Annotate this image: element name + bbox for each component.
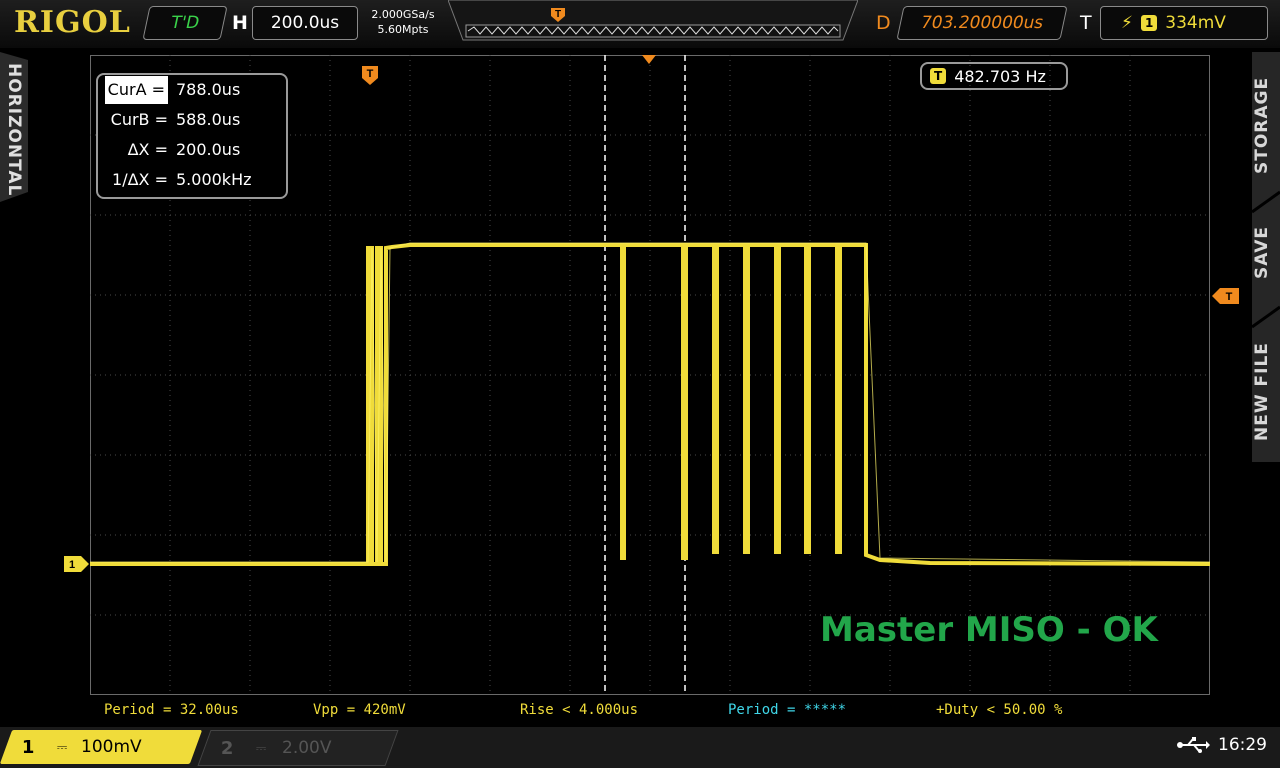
inverse-delta-x-value: 5.000kHz xyxy=(176,170,252,189)
svg-text:T: T xyxy=(367,68,374,80)
cursor-readout-panel: CurA = 788.0us CurB = 588.0us ΔX = 200.0… xyxy=(96,73,288,199)
svg-text:1: 1 xyxy=(69,559,75,571)
horizontal-label: H xyxy=(232,12,248,34)
memory-trigger-marker-label: T xyxy=(555,9,561,20)
cursor-a-row: CurA = 788.0us xyxy=(98,76,288,104)
system-status: 16:29 xyxy=(1176,735,1267,755)
rising-edge-icon: ⚡ xyxy=(1121,13,1133,33)
svg-text:T: T xyxy=(1226,291,1233,303)
delay-label: D xyxy=(876,12,891,34)
trigger-label: T xyxy=(1080,12,1092,34)
cursor-a-value: 788.0us xyxy=(176,80,241,99)
sample-rate: 2.000GSa/s xyxy=(371,8,435,21)
trigger-status[interactable]: T'D xyxy=(142,6,228,40)
measurement-bar: Period = 32.00us Vpp = 420mV Rise < 4.00… xyxy=(90,700,1210,722)
ch2-number: 2 xyxy=(221,737,234,759)
sample-info: 2.000GSa/s 5.60Mpts xyxy=(362,7,444,37)
timebase-display[interactable]: 200.0us xyxy=(252,6,358,40)
dc-coupling-icon: ⎓ xyxy=(56,739,67,755)
trigger-level: 334mV xyxy=(1165,13,1226,33)
delay-value: 703.200000us xyxy=(918,13,1046,33)
ch2-settings-button[interactable]: 2 ⎓ 2.00V xyxy=(197,730,399,766)
delta-x-value: 200.0us xyxy=(176,140,241,159)
cursor-center-marker-icon xyxy=(642,55,656,64)
inverse-delta-x-label: 1/ΔX = xyxy=(112,170,168,189)
measurement-period: Period = 32.00us xyxy=(104,702,239,718)
ch1-scale: 100mV xyxy=(80,737,142,757)
right-panel-dividers xyxy=(1252,190,1280,329)
ch1-settings-button[interactable]: 1 ⎓ 100mV xyxy=(0,730,203,764)
delta-x-row: ΔX = 200.0us xyxy=(98,136,288,164)
brand-logo: RIGOL xyxy=(14,5,131,40)
trigger-level-marker-icon[interactable]: T xyxy=(1212,288,1240,306)
cursor-a-label: CurA = xyxy=(104,76,168,104)
horizontal-menu-tab[interactable]: HORIZONTAL xyxy=(0,60,28,200)
frequency-value: 482.703 Hz xyxy=(954,66,1046,86)
cursor-b-value: 588.0us xyxy=(176,110,241,129)
cursor-b-row: CurB = 588.0us xyxy=(98,106,288,134)
trigger-status-text: T'D xyxy=(168,13,202,33)
ch1-number: 1 xyxy=(22,736,35,758)
cursor-b-label: CurB = xyxy=(110,110,168,129)
dc-coupling-icon: ⎓ xyxy=(255,740,266,756)
measurement-duty: +Duty < 50.00 % xyxy=(936,702,1063,718)
memory-depth: 5.60Mpts xyxy=(377,23,429,36)
memory-overview[interactable]: T xyxy=(448,0,858,46)
frequency-counter: T 482.703 Hz xyxy=(920,62,1068,90)
ch1-ground-marker-icon[interactable]: 1 xyxy=(64,556,90,574)
trigger-chip-icon: T xyxy=(930,68,947,84)
delta-x-label: ΔX = xyxy=(127,140,168,159)
horizontal-menu-label: HORIZONTAL xyxy=(4,63,24,197)
usb-icon xyxy=(1177,737,1210,753)
inverse-delta-x-row: 1/ΔX = 5.000kHz xyxy=(98,166,288,194)
timebase-value: 200.0us xyxy=(270,13,340,33)
measurement-period-ch2: Period = ***** xyxy=(728,702,847,718)
ch2-scale: 2.00V xyxy=(281,738,332,758)
trigger-settings[interactable]: ⚡ 1 334mV xyxy=(1100,6,1268,40)
trigger-channel-badge: 1 xyxy=(1140,15,1158,31)
measurement-rise: Rise < 4.000us xyxy=(520,702,639,718)
delay-display[interactable]: 703.200000us xyxy=(896,6,1068,40)
clock-time: 16:29 xyxy=(1218,735,1267,755)
trigger-position-marker-icon: T xyxy=(362,66,378,85)
annotation-text: Master MISO - OK xyxy=(820,610,1158,650)
measurement-vpp: Vpp = 420mV xyxy=(313,702,406,718)
